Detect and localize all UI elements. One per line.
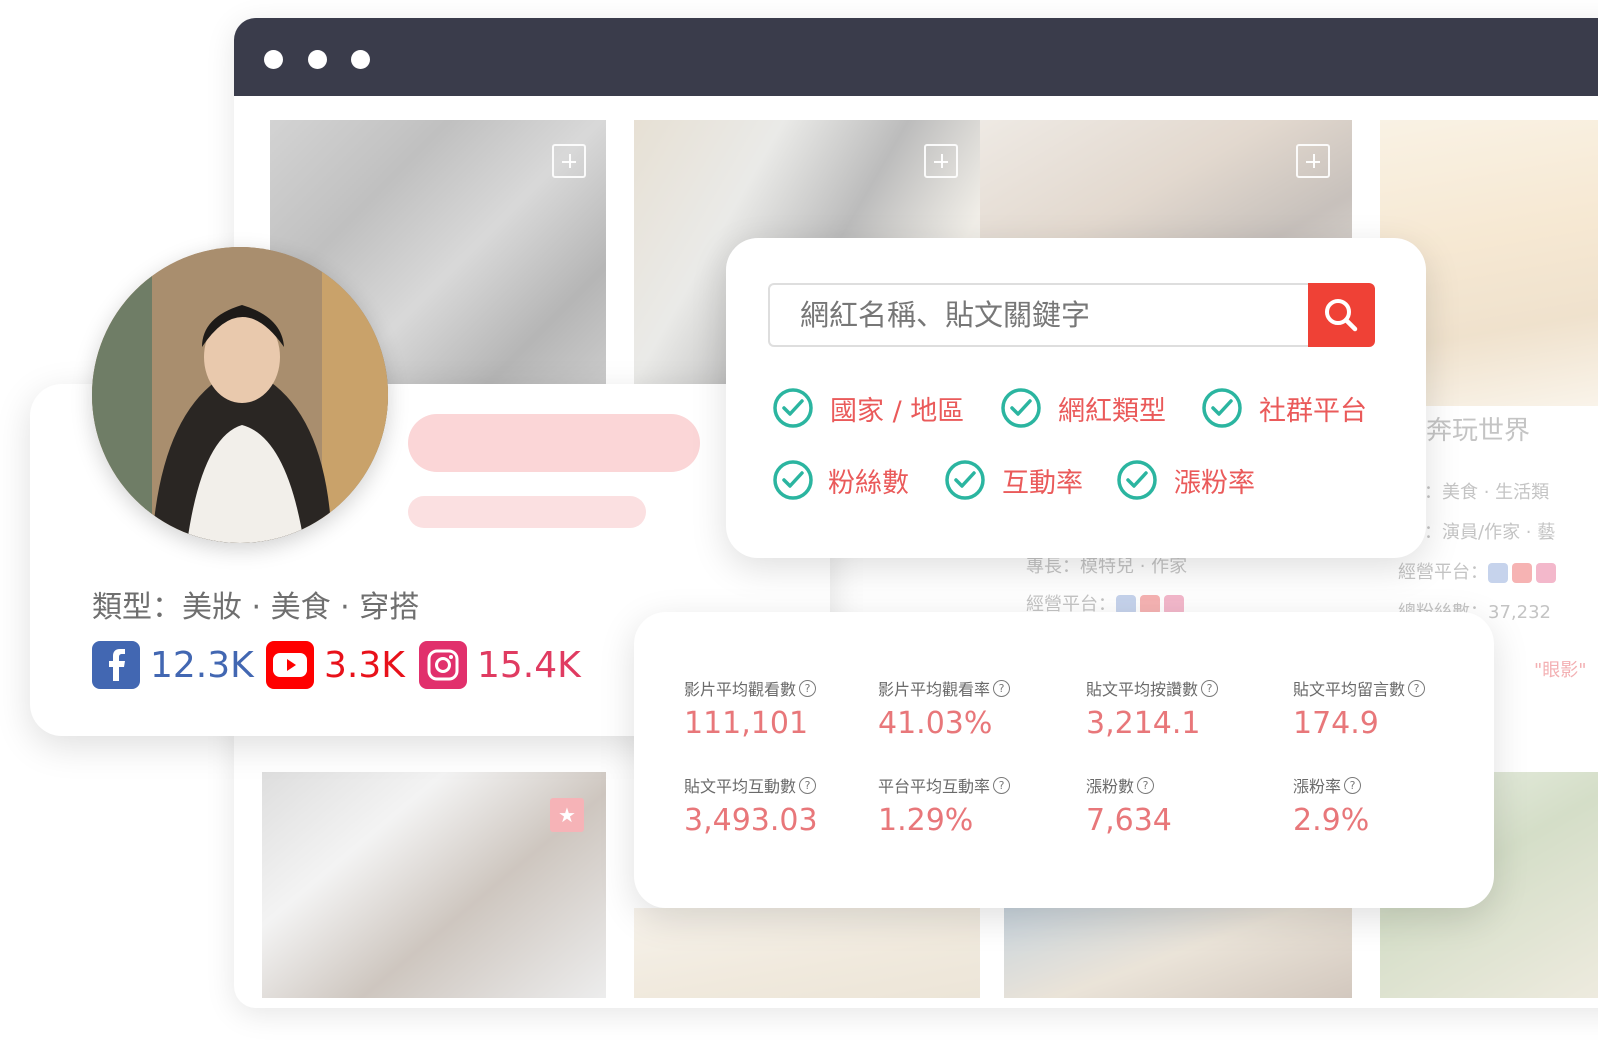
stat-value: 41.03% [878, 706, 993, 741]
stat-label: 漲粉率 [1293, 777, 1342, 796]
stat-platform-avg-engagement-rate: 平台平均互動率? 1.29% [878, 773, 1011, 838]
stat-avg-post-likes: 貼文平均按讚數? 3,214.1 [1086, 676, 1219, 741]
question-circle-icon[interactable]: ? [799, 776, 817, 794]
filter-followers[interactable]: 粉絲數 [772, 458, 909, 502]
subtitle-placeholder-bar [408, 496, 646, 528]
add-to-list-icon[interactable] [1296, 144, 1330, 178]
filter-label: 網紅類型 [1058, 395, 1166, 427]
stat-value: 2.9% [1293, 803, 1370, 838]
add-to-list-icon[interactable] [924, 144, 958, 178]
stat-avg-post-interactions: 貼文平均互動數? 3,493.03 [684, 773, 818, 838]
stat-follower-growth: 漲粉數? 7,634 [1086, 773, 1172, 838]
stat-avg-video-views: 影片平均觀看數? 111,101 [684, 676, 817, 741]
filter-label: 粉絲數 [828, 467, 909, 499]
filter-social-platform[interactable]: 社群平台 [1201, 386, 1367, 430]
window-close-button[interactable] [264, 50, 283, 69]
instagram-icon [1536, 563, 1556, 583]
influencer-skill: 長：演員/作家 · 藝 [1406, 522, 1556, 543]
question-circle-icon[interactable]: ? [993, 679, 1011, 697]
stat-label: 貼文平均留言數 [1293, 680, 1406, 699]
star-icon[interactable]: ★ [550, 798, 584, 832]
question-circle-icon[interactable]: ? [1408, 679, 1426, 697]
influencer-tag: "眼影" [1534, 660, 1587, 681]
window-minimize-button[interactable] [308, 50, 327, 69]
platform-label: 經營平台： [1398, 562, 1488, 583]
check-circle-icon [1117, 460, 1157, 500]
browser-titlebar [234, 18, 1598, 96]
check-circle-icon [1001, 388, 1041, 428]
filter-country[interactable]: 國家 / 地區 [772, 386, 964, 430]
facebook-icon [1488, 563, 1508, 583]
influencer-card-photo[interactable] [1004, 908, 1352, 998]
question-circle-icon[interactable]: ? [993, 776, 1011, 794]
stats-panel: 影片平均觀看數? 111,101 影片平均觀看率? 41.03% 貼文平均按讚數… [634, 612, 1494, 908]
stat-label: 影片平均觀看率 [878, 680, 991, 699]
influencer-card-photo[interactable]: ★ [262, 772, 606, 998]
question-circle-icon[interactable]: ? [799, 679, 817, 697]
instagram-icon[interactable] [419, 641, 467, 689]
stat-value: 111,101 [684, 706, 809, 741]
check-circle-icon [1202, 388, 1242, 428]
stat-avg-video-view-rate: 影片平均觀看率? 41.03% [878, 676, 1011, 741]
avatar-photo [92, 247, 388, 543]
facebook-follower-count: 12.3K [150, 644, 254, 686]
check-circle-icon [773, 388, 813, 428]
stat-avg-post-comments: 貼文平均留言數? 174.9 [1293, 676, 1426, 741]
stat-value: 3,214.1 [1086, 706, 1201, 741]
influencer-name: 奔玩世界 [1426, 416, 1531, 446]
stat-value: 1.29% [878, 803, 974, 838]
influencer-type-line: 類型：美妝 · 美食 · 穿搭 [92, 590, 420, 625]
filter-follower-growth-rate[interactable]: 漲粉率 [1116, 458, 1255, 502]
stat-value: 3,493.03 [684, 803, 818, 838]
youtube-stat: 3.3K [266, 641, 405, 689]
stat-label: 影片平均觀看數 [684, 680, 797, 699]
filter-label: 漲粉率 [1174, 467, 1255, 499]
influencer-card-photo[interactable] [634, 908, 980, 998]
filter-label: 社群平台 [1259, 395, 1367, 427]
filter-engagement-rate[interactable]: 互動率 [944, 458, 1083, 502]
question-circle-icon[interactable]: ? [1137, 776, 1155, 794]
search-icon [1325, 299, 1358, 332]
facebook-icon[interactable] [92, 641, 140, 689]
question-circle-icon[interactable]: ? [1201, 679, 1219, 697]
stat-value: 174.9 [1293, 706, 1379, 741]
stat-follower-growth-rate: 漲粉率? 2.9% [1293, 773, 1369, 838]
stat-label: 漲粉數 [1086, 777, 1135, 796]
avatar [92, 247, 388, 543]
check-circle-icon [773, 460, 813, 500]
filter-label: 國家 / 地區 [830, 395, 965, 427]
question-circle-icon[interactable]: ? [1344, 776, 1362, 794]
stat-label: 貼文平均互動數 [684, 777, 797, 796]
stat-label: 貼文平均按讚數 [1086, 680, 1199, 699]
check-circle-icon [945, 460, 985, 500]
search-input[interactable]: 網紅名稱、貼文關鍵字 [768, 283, 1308, 347]
window-maximize-button[interactable] [351, 50, 370, 69]
influencer-type: 型：美食 · 生活類 [1406, 482, 1550, 503]
youtube-follower-count: 3.3K [324, 644, 405, 686]
filter-label: 互動率 [1002, 467, 1083, 499]
search-panel: 網紅名稱、貼文關鍵字 國家 / 地區 網紅類型 社群平台 粉絲數 互動率 漲粉率 [726, 238, 1426, 558]
stat-value: 7,634 [1086, 803, 1172, 838]
youtube-icon[interactable] [266, 641, 314, 689]
stat-label: 平台平均互動率 [878, 777, 991, 796]
youtube-icon [1512, 563, 1532, 583]
search-button[interactable] [1308, 283, 1375, 347]
add-to-list-icon[interactable] [552, 144, 586, 178]
facebook-stat: 12.3K [92, 641, 254, 689]
instagram-follower-count: 15.4K [477, 644, 581, 686]
filter-influencer-type[interactable]: 網紅類型 [1000, 386, 1166, 430]
influencer-platforms: 經營平台： [1398, 558, 1560, 584]
instagram-stat: 15.4K [419, 641, 581, 689]
name-placeholder-bar [408, 414, 700, 472]
